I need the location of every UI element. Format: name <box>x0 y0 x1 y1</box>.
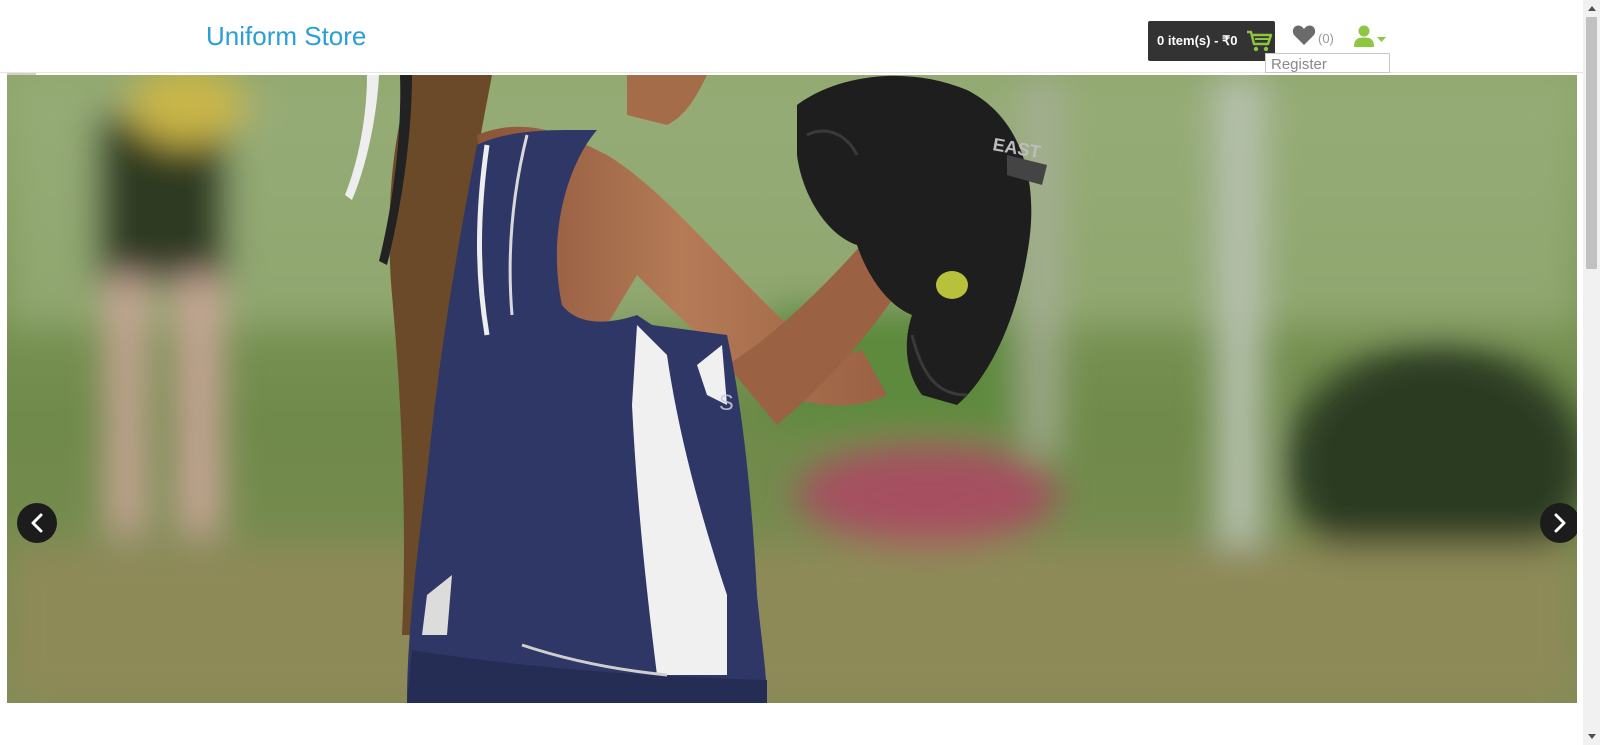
svg-text:S: S <box>719 390 734 415</box>
scroll-down-arrow[interactable] <box>1583 728 1600 745</box>
scrollbar-thumb[interactable] <box>1586 17 1597 269</box>
cart-button[interactable]: 0 item(s) - ₹0 <box>1148 21 1275 61</box>
user-icon <box>1354 25 1374 47</box>
triangle-down-icon <box>1587 734 1596 739</box>
wishlist-link[interactable]: (0) <box>1292 24 1334 46</box>
hero-banner: S EAST <box>7 75 1577 703</box>
chevron-right-icon <box>1554 513 1566 533</box>
carousel-prev-button[interactable] <box>17 503 57 543</box>
caret-down-icon <box>1377 37 1386 42</box>
site-header: Uniform Store 0 item(s) - ₹0 (0) Registe… <box>0 0 1583 73</box>
cart-summary: 0 item(s) - ₹0 <box>1157 33 1238 48</box>
heart-icon <box>1292 25 1316 45</box>
store-logo[interactable]: Uniform Store <box>206 21 366 52</box>
register-link[interactable]: Register <box>1265 53 1390 73</box>
scroll-up-arrow[interactable] <box>1583 0 1600 17</box>
account-dropdown[interactable] <box>1354 25 1386 47</box>
triangle-up-icon <box>1587 6 1596 11</box>
shopping-cart-icon <box>1246 30 1272 52</box>
carousel-next-button[interactable] <box>1540 503 1577 543</box>
softball-player-image: S EAST <box>7 75 1577 703</box>
wishlist-count: (0) <box>1318 31 1334 46</box>
chevron-left-icon <box>31 513 43 533</box>
page-scrollbar[interactable] <box>1583 0 1600 745</box>
